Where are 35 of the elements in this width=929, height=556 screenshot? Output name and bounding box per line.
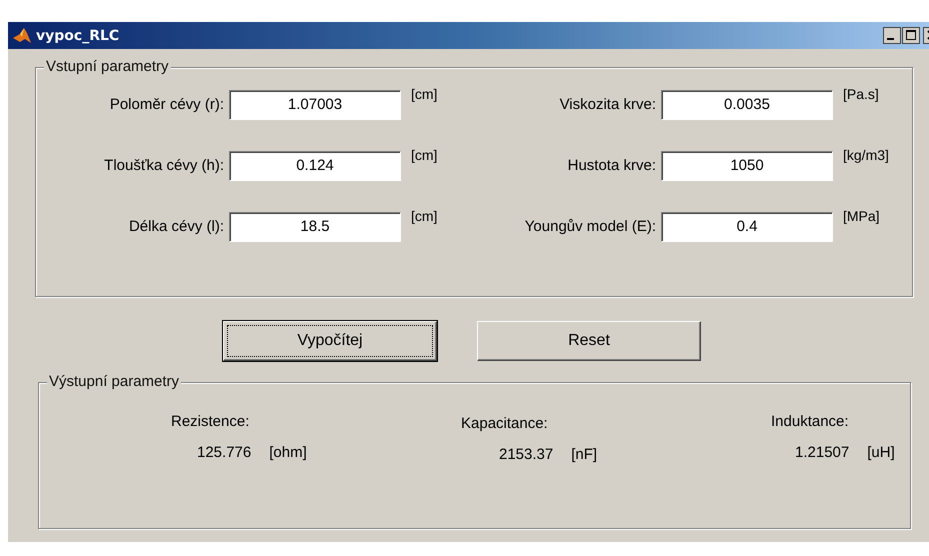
unit-label: [cm] — [410, 208, 438, 224]
field-label: Youngův model (E): — [524, 218, 657, 235]
group-title: Vstupní parametry — [44, 58, 171, 75]
push-button[interactable]: Vypočítej — [223, 321, 437, 361]
field-label: Délka cévy (l): — [128, 218, 225, 235]
unit-label: [Pa.s] — [842, 86, 880, 102]
input-field[interactable]: 0.4 — [661, 212, 833, 242]
result-label: Rezistence: — [170, 413, 250, 430]
field-label: Hustota krve: — [566, 157, 657, 174]
field-label: Tloušťka cévy (h): — [103, 157, 225, 174]
minimize-icon[interactable] — [883, 27, 901, 44]
input-field[interactable]: 18.5 — [229, 212, 401, 242]
unit-label: [MPa] — [842, 208, 881, 224]
result-label: Induktance: — [770, 413, 850, 430]
input-field[interactable]: 0.124 — [229, 150, 401, 180]
maximize-icon[interactable] — [902, 27, 920, 44]
unit-label: [nF] — [571, 446, 598, 463]
group-title: Výstupní parametry — [47, 373, 182, 390]
unit-label: [kg/m3] — [842, 147, 890, 163]
result-value: 2153.37 — [499, 446, 554, 463]
result-value: 125.776 — [197, 444, 252, 461]
push-button[interactable]: Reset — [477, 321, 701, 361]
result-value: 1.21507 — [795, 444, 850, 461]
app-logo-icon — [12, 26, 32, 44]
unit-label: [ohm] — [269, 444, 307, 461]
window-title: vypoc_RLC — [36, 28, 120, 44]
unit-label: [cm] — [410, 86, 438, 102]
unit-label: [cm] — [410, 147, 438, 163]
result-label: Kapacitance: — [460, 414, 549, 432]
field-label: Viskozita krve: — [558, 96, 657, 113]
input-field[interactable]: 0.0035 — [661, 90, 833, 120]
unit-label: [uH] — [867, 444, 895, 461]
field-label: Poloměr cévy (r): — [108, 96, 225, 113]
input-field[interactable]: 1.07003 — [229, 90, 401, 120]
input-field[interactable]: 1050 — [661, 150, 833, 180]
